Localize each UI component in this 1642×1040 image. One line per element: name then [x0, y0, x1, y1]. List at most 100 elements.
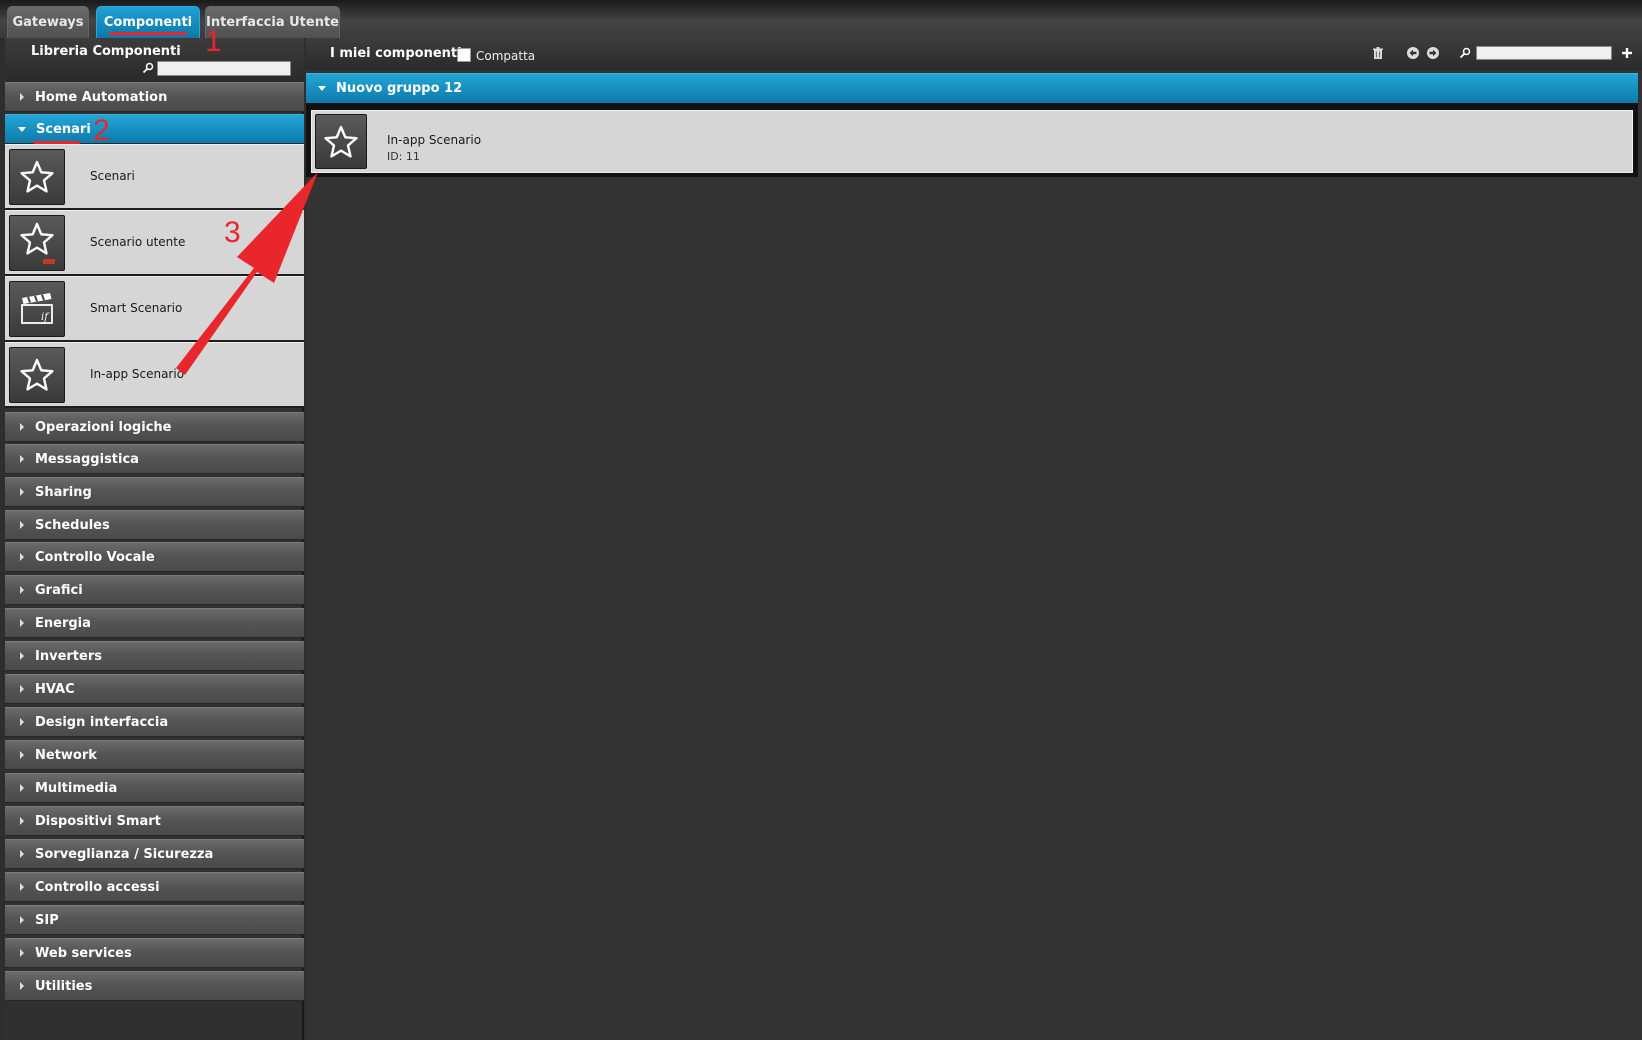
category-label: Sorveglianza / Sicurezza [35, 846, 214, 862]
category-network[interactable]: Network [5, 740, 304, 770]
category-energia[interactable]: Energia [5, 608, 304, 638]
category-scenari[interactable]: Scenari [5, 114, 304, 144]
library-item-smart-scenario[interactable]: if Smart Scenario [5, 276, 304, 342]
category-label: Controllo Vocale [35, 549, 155, 565]
category-label: Controllo accessi [35, 879, 160, 895]
library-item-label: Smart Scenario [90, 301, 183, 315]
component-item-in-app-scenario[interactable]: In-app Scenario ID: 11 [311, 110, 1633, 173]
trash-icon[interactable] [1371, 46, 1385, 60]
plus-icon[interactable] [1620, 46, 1634, 60]
category-operazioni-logiche[interactable]: Operazioni logiche [5, 412, 304, 442]
category-label: Grafici [35, 582, 83, 598]
library-search-input[interactable] [157, 61, 291, 76]
group-body: In-app Scenario ID: 11 [306, 103, 1638, 177]
caret-right-icon [20, 883, 24, 891]
category-sip[interactable]: SIP [5, 905, 304, 935]
category-label: Web services [35, 945, 132, 961]
component-library-panel: Libreria Componenti Home Automation Scen… [5, 38, 304, 1040]
library-header: Libreria Componenti [5, 38, 304, 82]
caret-right-icon [20, 784, 24, 792]
caret-down-icon [18, 126, 26, 132]
category-schedules[interactable]: Schedules [5, 510, 304, 540]
tab-componenti[interactable]: Componenti [96, 6, 200, 38]
category-label: Operazioni logiche [35, 419, 172, 435]
category-label: Design interfaccia [35, 714, 169, 730]
library-item-label: Scenari [90, 169, 135, 183]
group-header-nuovo-gruppo-12[interactable]: Nuovo gruppo 12 [306, 73, 1638, 103]
library-item-in-app-scenario[interactable]: In-app Scenario [5, 342, 304, 408]
caret-right-icon [20, 751, 24, 759]
caret-right-icon [20, 488, 24, 496]
library-item-scenario-utente[interactable]: Scenario utente [5, 210, 304, 276]
library-item-scenari[interactable]: Scenari [5, 144, 304, 210]
caret-right-icon [20, 850, 24, 858]
caret-right-icon [20, 521, 24, 529]
category-sharing[interactable]: Sharing [5, 477, 304, 507]
star-icon [9, 149, 65, 205]
caret-right-icon [20, 619, 24, 627]
category-label: Messaggistica [35, 451, 139, 467]
category-messaggistica[interactable]: Messaggistica [5, 444, 304, 474]
category-design-interfaccia[interactable]: Design interfaccia [5, 707, 304, 737]
component-name: In-app Scenario [387, 133, 482, 147]
tab-interfaccia-utente[interactable]: Interfaccia Utente [205, 6, 340, 38]
caret-right-icon [20, 817, 24, 825]
caret-right-icon [20, 718, 24, 726]
caret-right-icon [20, 982, 24, 990]
caret-right-icon [20, 685, 24, 693]
caret-right-icon [20, 652, 24, 660]
compact-checkbox[interactable] [457, 48, 471, 62]
my-components-title: I miei componenti [330, 46, 462, 61]
caret-right-icon [20, 916, 24, 924]
group-label: Nuovo gruppo 12 [336, 81, 463, 96]
arrow-left-circle-icon[interactable] [1406, 46, 1420, 60]
my-components-search-input[interactable] [1476, 46, 1612, 60]
tab-gateways[interactable]: Gateways [7, 6, 89, 38]
star-icon [9, 347, 65, 403]
category-inverters[interactable]: Inverters [5, 641, 304, 671]
library-title: Libreria Componenti [31, 44, 181, 59]
category-sorveglianza-sicurezza[interactable]: Sorveglianza / Sicurezza [5, 839, 304, 869]
search-icon [1459, 47, 1471, 59]
compact-label: Compatta [476, 49, 536, 63]
category-label: Inverters [35, 648, 102, 664]
star-icon [315, 114, 367, 169]
category-label: Scenari [36, 121, 91, 137]
category-controllo-accessi[interactable]: Controllo accessi [5, 872, 304, 902]
star-user-icon [9, 215, 65, 271]
clapperboard-icon: if [9, 281, 65, 337]
caret-right-icon [20, 423, 24, 431]
category-label: Utilities [35, 978, 93, 994]
category-hvac[interactable]: HVAC [5, 674, 304, 704]
caret-right-icon [20, 553, 24, 561]
caret-right-icon [20, 455, 24, 463]
category-utilities[interactable]: Utilities [5, 971, 304, 1001]
category-grafici[interactable]: Grafici [5, 575, 304, 605]
component-id: ID: 11 [387, 150, 420, 163]
category-multimedia[interactable]: Multimedia [5, 773, 304, 803]
category-dispositivi-smart[interactable]: Dispositivi Smart [5, 806, 304, 836]
main-tab-bar: Gateways Componenti Interfaccia Utente [0, 0, 1642, 38]
my-components-toolbar: I miei componenti Compatta [306, 38, 1642, 70]
library-item-label: In-app Scenario [90, 367, 185, 381]
category-label: Schedules [35, 517, 110, 533]
library-item-label: Scenario utente [90, 235, 186, 249]
caret-right-icon [20, 949, 24, 957]
caret-right-icon [20, 93, 24, 101]
arrow-right-circle-icon[interactable] [1426, 46, 1440, 60]
search-icon [142, 62, 154, 74]
caret-right-icon [20, 586, 24, 594]
category-web-services[interactable]: Web services [5, 938, 304, 968]
svg-text:if: if [41, 312, 50, 323]
category-label: HVAC [35, 681, 75, 697]
category-label: Home Automation [35, 89, 168, 105]
caret-down-icon [318, 86, 326, 91]
category-label: Sharing [35, 484, 92, 500]
category-label: Network [35, 747, 97, 763]
category-label: Multimedia [35, 780, 118, 796]
category-controllo-vocale[interactable]: Controllo Vocale [5, 542, 304, 572]
category-label: Energia [35, 615, 91, 631]
category-label: Dispositivi Smart [35, 813, 161, 829]
category-home-automation[interactable]: Home Automation [5, 82, 304, 112]
category-label: SIP [35, 912, 59, 928]
